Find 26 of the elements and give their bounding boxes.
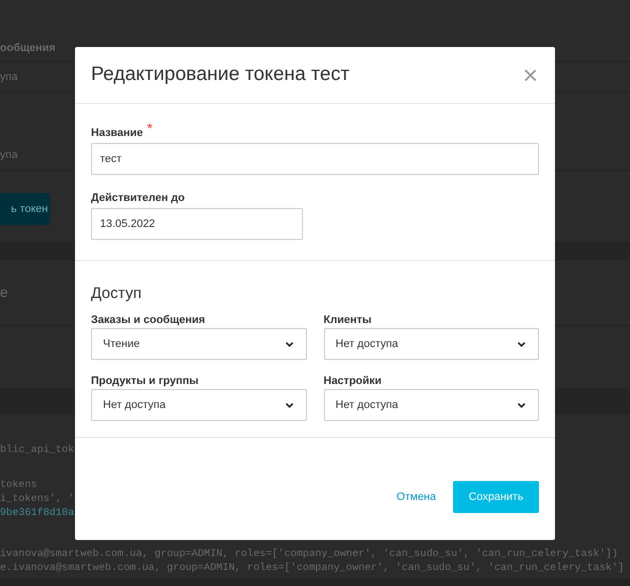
table-cell-text: упа: [0, 148, 18, 163]
table-cell-text: упа: [0, 70, 18, 85]
text-field[interactable]: тест: [91, 143, 539, 175]
select-field[interactable]: Нет доступа: [324, 389, 539, 421]
select-field[interactable]: Нет доступа: [324, 328, 539, 360]
code-line: blic_api_tok: [0, 443, 74, 457]
column-header: ообщения: [0, 40, 56, 56]
field-label: Настройки: [324, 374, 383, 389]
section-heading: Доступ: [91, 284, 142, 304]
required-mark: *: [146, 121, 152, 135]
modal-title: Редактирование токена тест: [91, 62, 350, 88]
field-label: Название: [91, 126, 143, 141]
code-line: e.ivanova@smartweb.com.ua, group=ADMIN, roles=['company_owner', 'can_sudo_su', 'can_run_celery_task']: [0, 561, 624, 575]
code-line: 9be361f8d10a: [0, 506, 74, 520]
field-label: Клиенты: [324, 313, 373, 328]
field-label: Заказы и сообщения: [91, 313, 206, 328]
select-field[interactable]: Нет доступа: [91, 389, 306, 421]
text-field[interactable]: 13.05.2022: [91, 208, 303, 240]
create-token-button[interactable]: ь токен: [0, 193, 50, 225]
select-field[interactable]: Чтение: [91, 328, 306, 360]
code-line: tokens: [0, 478, 38, 492]
section-heading: е: [0, 283, 8, 302]
field-label: Действителен до: [91, 191, 185, 206]
code-line: ivanova@smartweb.com.ua, group=ADMIN, roles=['company_owner', 'can_sudo_su', 'can_run_celery_task']): [0, 547, 618, 561]
code-line: i_tokens', ': [0, 492, 74, 506]
field-label: Продукты и группы: [91, 374, 200, 389]
